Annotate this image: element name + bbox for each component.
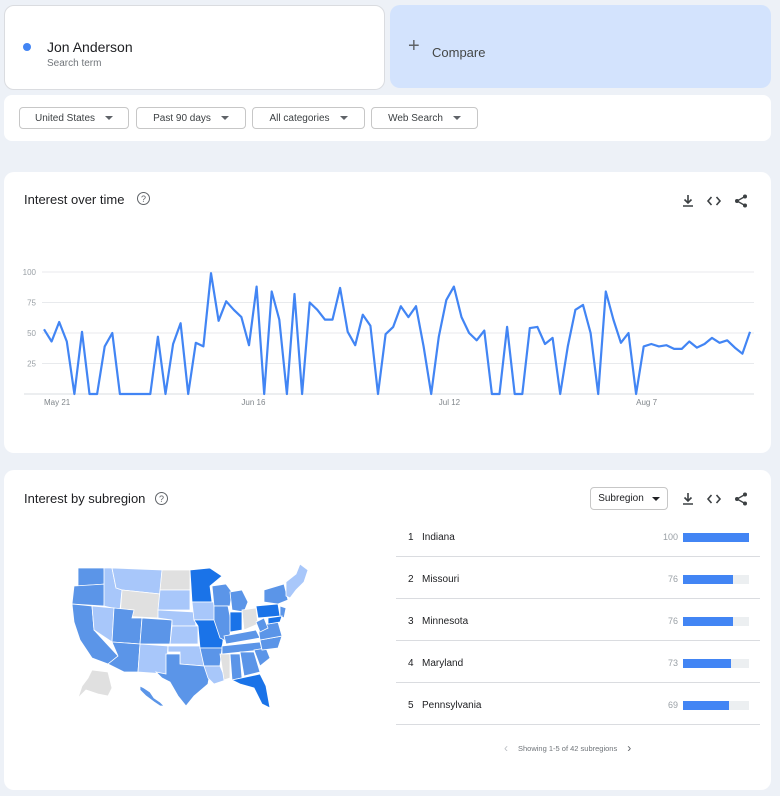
pagination: ‹ Showing 1-5 of 42 subregions › (504, 741, 631, 755)
map-state-indiana (229, 611, 243, 633)
subregion-name: Maryland (422, 658, 464, 669)
map-state-oregon (71, 583, 107, 607)
chevron-down-icon (339, 116, 348, 120)
subregion-value: 76 (667, 616, 678, 626)
subregion-name: Pennsylvania (422, 700, 482, 711)
map-state-florida (230, 673, 271, 709)
map-state-michigan (229, 589, 249, 613)
rank-number: 1 (408, 532, 414, 543)
filter-category[interactable]: All categories (252, 107, 365, 129)
previous-page-icon[interactable]: ‹ (504, 741, 508, 755)
series-line (43, 272, 752, 396)
download-icon[interactable] (680, 491, 696, 507)
search-term-name[interactable]: Jon Anderson (47, 39, 133, 55)
subregion-dropdown-label: Subregion (598, 493, 644, 504)
x-tick-label: May 21 (44, 398, 71, 407)
chevron-down-icon (651, 496, 660, 501)
value-bar (683, 575, 734, 584)
subregion-row[interactable]: 2 Missouri 76 (396, 557, 760, 599)
filter-category-label: All categories (269, 112, 330, 124)
chevron-down-icon (105, 116, 114, 120)
rank-number: 2 (408, 574, 414, 585)
map-state-colorado (139, 617, 173, 645)
chevron-down-icon (220, 116, 229, 120)
compare-label: Compare (432, 45, 486, 60)
map-state-south-dakota (157, 589, 191, 611)
value-bar-track (683, 533, 749, 542)
map-state-iowa (191, 601, 217, 621)
y-tick-label: 25 (27, 360, 36, 369)
subregion-row[interactable]: 3 Minnesota 76 (396, 599, 760, 641)
x-tick-label: Jul 12 (439, 398, 461, 407)
subregion-name: Minnesota (422, 616, 469, 627)
value-bar (683, 617, 734, 626)
filter-time-label: Past 90 days (153, 112, 211, 124)
map-state-alaska (77, 669, 113, 699)
value-bar (683, 659, 732, 668)
next-page-icon[interactable]: › (627, 741, 631, 755)
filter-search-type[interactable]: Web Search (371, 107, 478, 129)
us-subregion-map[interactable] (64, 560, 324, 710)
interest-over-time-card: Interest over time ? 25 50 75 100 May 21 Jun … (4, 172, 771, 453)
chevron-down-icon (452, 116, 461, 120)
help-icon[interactable]: ? (155, 492, 168, 505)
plus-icon: + (408, 35, 420, 57)
rank-number: 3 (408, 616, 414, 627)
map-state-new-york (263, 583, 289, 605)
embed-code-icon[interactable] (706, 491, 722, 507)
subregion-value: 73 (667, 658, 678, 668)
subregion-value: 69 (667, 700, 678, 710)
filter-time-range[interactable]: Past 90 days (136, 107, 246, 129)
subregion-name: Indiana (422, 532, 455, 543)
value-bar-track (683, 701, 749, 710)
y-tick-label: 50 (27, 329, 36, 338)
subregion-row[interactable]: 1 Indiana 100 (396, 515, 760, 557)
rank-number: 5 (408, 700, 414, 711)
x-tick-label: Jun 16 (241, 398, 266, 407)
subregion-row[interactable]: 4 Maryland 73 (396, 641, 760, 683)
map-state-new-england (285, 563, 309, 599)
interest-line-chart[interactable]: 25 50 75 100 May 21 Jun 16 Jul 12 Aug 7 (4, 172, 771, 453)
rank-number: 4 (408, 658, 414, 669)
y-tick-label: 75 (27, 299, 36, 308)
subregion-value: 76 (667, 574, 678, 584)
map-state-pennsylvania (255, 603, 281, 619)
map-state-hawaii (139, 685, 165, 707)
map-state-washington (77, 567, 107, 587)
value-bar-track (683, 617, 749, 626)
y-tick-label: 100 (23, 268, 37, 277)
map-state-kansas (169, 625, 199, 645)
map-state-wisconsin (211, 583, 233, 607)
filter-region[interactable]: United States (19, 107, 129, 129)
filter-bar: United States Past 90 days All categorie… (4, 95, 771, 141)
value-bar-track (683, 659, 749, 668)
search-term-card[interactable]: Jon Anderson Search term (4, 5, 385, 90)
map-state-alabama (229, 653, 243, 681)
share-icon[interactable] (733, 491, 749, 507)
value-bar-track (683, 575, 749, 584)
filter-region-label: United States (34, 112, 96, 124)
value-bar (683, 701, 729, 710)
subregion-name: Missouri (422, 574, 460, 585)
x-tick-label: Aug 7 (636, 398, 657, 407)
term-color-dot (23, 43, 31, 51)
pagination-label: Showing 1-5 of 42 subregions (518, 743, 618, 753)
compare-button[interactable]: + Compare (390, 5, 771, 88)
filter-search-type-label: Web Search (388, 112, 443, 124)
map-state-arkansas (199, 647, 223, 667)
section-title: Interest by subregion (24, 491, 146, 506)
subregion-row[interactable]: 5 Pennsylvania 69 (396, 683, 760, 725)
map-state-north-dakota (159, 569, 191, 591)
interest-by-subregion-card: Interest by subregion ? Subregion 1 Indi… (4, 470, 771, 790)
subregion-value: 100 (662, 532, 678, 542)
map-state-new-mexico (137, 643, 169, 675)
subregion-dropdown[interactable]: Subregion (590, 487, 668, 510)
map-state-ohio (241, 607, 259, 631)
search-term-caption: Search term (47, 58, 102, 69)
value-bar (683, 533, 749, 542)
